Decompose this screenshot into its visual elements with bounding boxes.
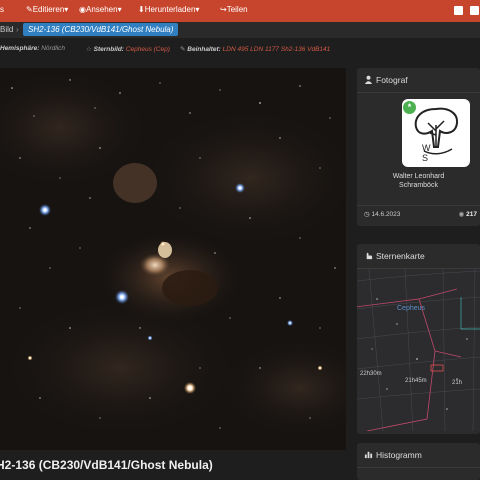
hand-pointer-icon [366,252,373,260]
starmap-image[interactable]: Cepheus 22h30m 21h45m 21h [357,269,480,431]
starmap-panel-title: Sternenkarte [376,251,425,261]
starmap-ra-label: 21h [452,380,463,386]
hemisphere-value: Nördlich [41,45,66,52]
view-label: Ansehen [85,5,118,14]
astrophoto[interactable] [0,68,346,450]
image-meta-bar: Hemisphäre: Nördlich ☆ Sternbild: Cepheu… [0,40,480,58]
menu-icon[interactable] [470,6,479,15]
star-icon: ☆ [86,46,92,53]
constellation-label: Sternbild: [93,46,124,53]
starmap-panel-header: Sternenkarte [357,244,480,269]
starmap-ra-label: 21h45m [405,378,427,384]
constellation-meta: ☆ Sternbild: Cepheus (Cep) [86,45,170,53]
photographer-panel: Fotograf W S Walter Leonhard Schramböck … [357,68,480,226]
upload-date: ◷ 14.6.2023 [364,210,400,218]
starmap-constellation-label: Cepheus [397,305,426,312]
contains-link[interactable]: Sh2-136 [281,46,306,53]
view-count-text: 217 [466,211,477,218]
contains-link[interactable]: LDN 495 [223,46,249,53]
contains-label: Beinhaltet: [187,46,221,53]
badge-text: * [407,102,412,112]
verified-badge: * [403,101,416,114]
share-label: Teilen [226,5,248,14]
download-label: Herunterladen [144,5,196,14]
photographer-panel-footer: ◷ 14.6.2023 ◉ 217 [357,205,480,222]
constellation-link[interactable]: Cepheus (Cep) [126,46,170,53]
bar-chart-icon [364,451,373,459]
histogram-panel-header: Histogramm [357,443,480,468]
photographer-name-line1[interactable]: Walter Leonhard [357,173,480,180]
tag-icon: ✎ [180,46,186,53]
user-icon [364,75,373,84]
contains-meta: ✎ Beinhaltet: LDN 495 LDN 1177 Sh2-136 V… [180,45,330,53]
hemisphere-meta: Hemisphäre: Nördlich [0,45,65,52]
starmap-chart [357,269,480,431]
breadcrumb-current[interactable]: SH2-136 (CB230/VdB141/Ghost Nebula) [23,23,179,36]
astrophoto-image [0,68,346,450]
top-nav-bar: s ✎Editieren▾ ◉Ansehen▾ ⬇Herunterladen▾ … [0,0,480,22]
view-menu[interactable]: ◉Ansehen▾ [79,5,122,14]
breadcrumb-separator: › [16,25,19,34]
contains-link[interactable]: LDN 1177 [250,46,279,53]
image-title-text: SH2-136 (CB230/VdB141/Ghost Nebula) [0,458,213,472]
share-button[interactable]: ↪Teilen [220,5,248,14]
photographer-name-line2[interactable]: Schramböck [357,182,480,189]
photographer-panel-title: Fotograf [376,75,408,85]
download-menu[interactable]: ⬇Herunterladen▾ [138,5,199,14]
nav-prev-partial[interactable]: s [0,5,4,14]
avatar-initials: W S [422,143,445,163]
hemisphere-label: Hemisphäre: [0,45,40,52]
photographer-panel-header: Fotograf [357,68,480,93]
clock-icon: ◷ [364,211,370,218]
breadcrumb: Bild › SH2-136 (CB230/VdB141/Ghost Nebul… [0,22,480,38]
expand-icon[interactable] [454,6,463,15]
edit-menu[interactable]: ✎Editieren▾ [26,5,68,14]
contains-link[interactable]: VdB141 [307,46,330,53]
image-title: SH2-136 (CB230/VdB141/Ghost Nebula) [0,458,213,472]
starmap-ra-label: 22h30m [360,371,382,377]
starmap-panel: Sternenkarte Cepheus 22h30m 21h45m 21h [357,244,480,434]
histogram-panel-title: Histogramm [376,450,422,460]
histogram-panel: Histogramm [357,443,480,480]
breadcrumb-section[interactable]: Bild [0,25,13,34]
view-count: ◉ 217 [459,210,477,218]
eye-icon: ◉ [458,211,465,218]
edit-label: Editieren [32,5,65,14]
upload-date-text: 14.6.2023 [371,211,401,218]
